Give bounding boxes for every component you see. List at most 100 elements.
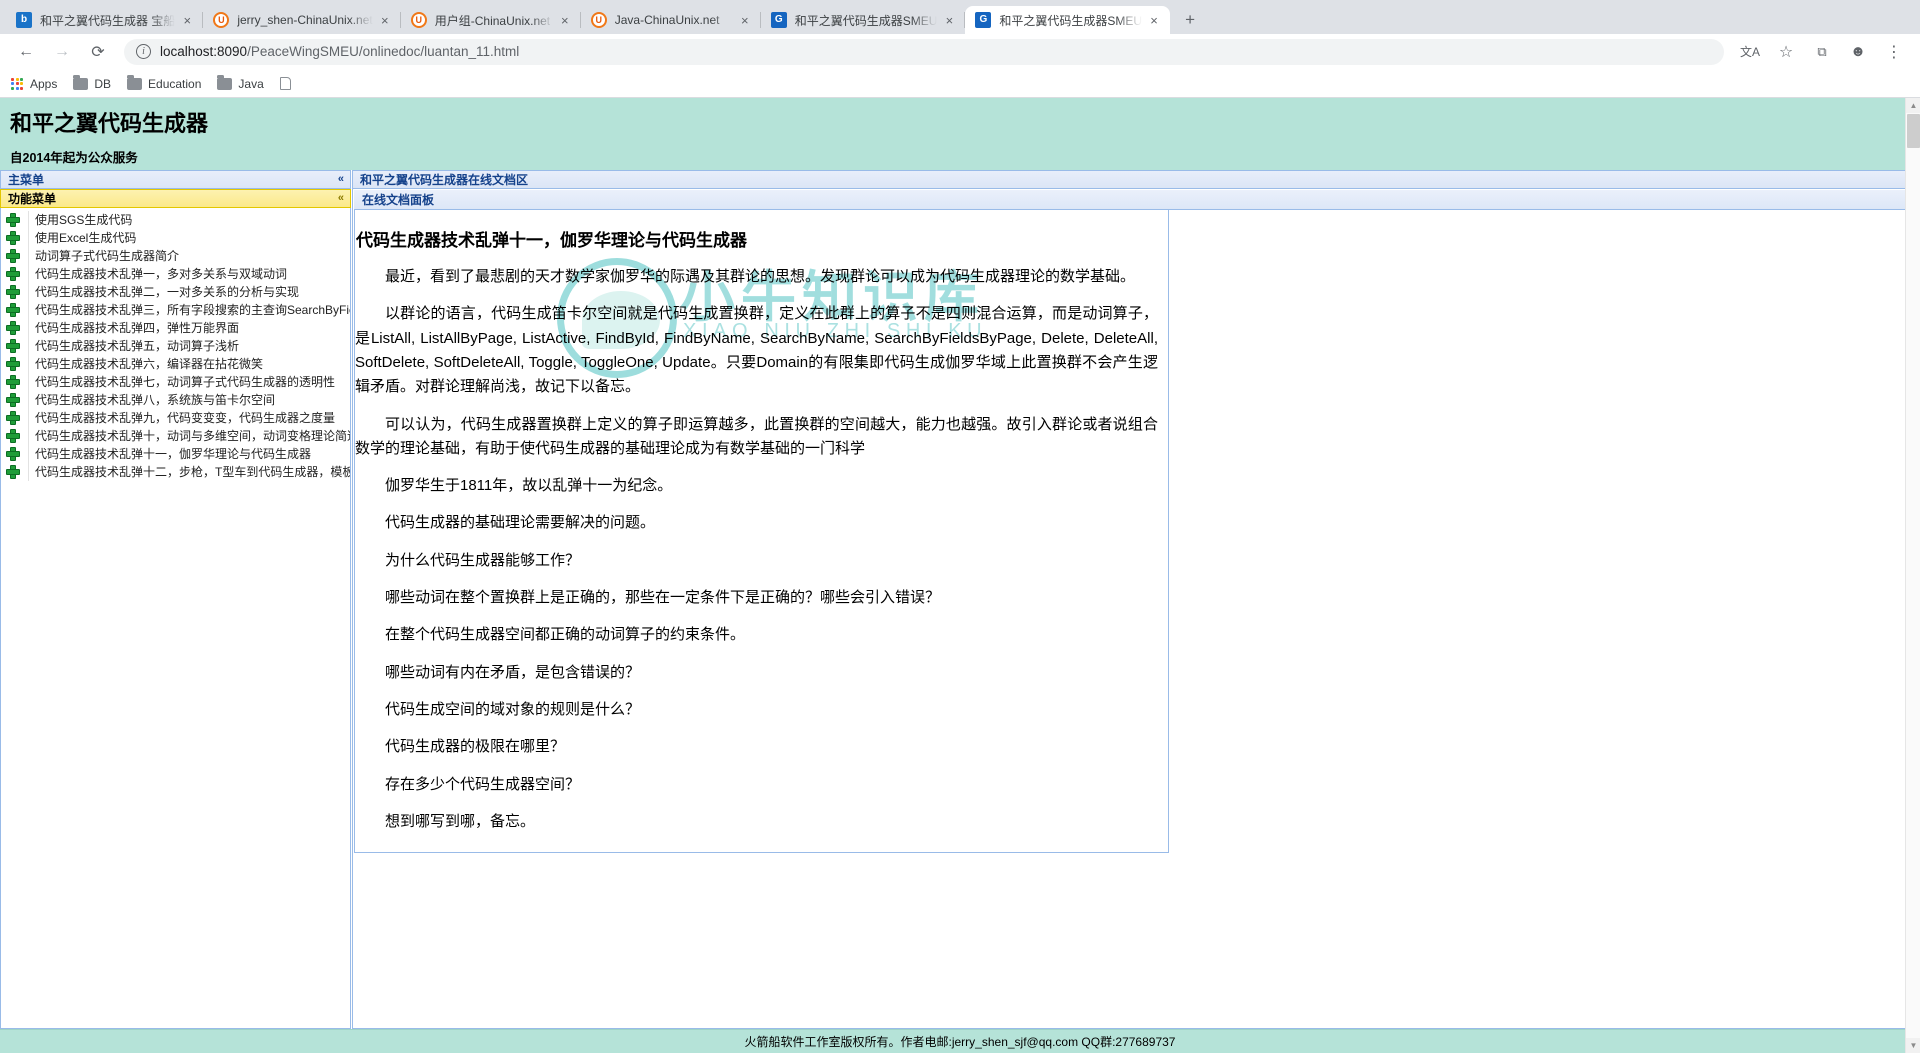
plus-badge-icon: [5, 212, 21, 228]
sidebar-item-0[interactable]: 使用SGS生成代码: [1, 210, 350, 229]
tab-title: jerry_shen-ChinaUnix.net: [237, 13, 373, 27]
bookmark-document[interactable]: [279, 77, 291, 90]
doc-panel-header: 在线文档面板: [354, 189, 1918, 210]
browser-tab-5[interactable]: G 和平之翼代码生成器SMEU ×: [759, 6, 966, 34]
close-icon[interactable]: ×: [1146, 12, 1162, 28]
doc-article-title: 代码生成器技术乱弹十一，伽罗华理论与代码生成器: [356, 230, 747, 250]
sidebar-item-14[interactable]: 代码生成器技术乱弹十二，步枪，T型车到代码生成器，模板法的工业魔术: [1, 462, 350, 481]
bookmark-education[interactable]: Education: [127, 74, 202, 91]
browser-tab-3[interactable]: U 用户组-ChinaUnix.net ×: [399, 6, 581, 34]
extensions-icon[interactable]: ⧉: [1808, 38, 1836, 66]
sidebar-item-11[interactable]: 代码生成器技术乱弹九，代码变变变，代码生成器之度量: [1, 408, 350, 427]
app-icon: G: [770, 12, 787, 28]
chevron-collapse-icon[interactable]: «: [338, 192, 344, 204]
bookmark-label: DB: [94, 76, 112, 91]
close-icon[interactable]: ×: [737, 12, 753, 28]
sidebar-item-2[interactable]: 动词算子式代码生成器简介: [1, 246, 350, 265]
sidebar-item-label: 代码生成器技术乱弹八，系统族与笛卡尔空间: [28, 390, 275, 409]
bookmark-apps[interactable]: Apps: [10, 77, 57, 91]
translate-icon[interactable]: 文A: [1736, 38, 1764, 66]
browser-tab-1[interactable]: b 和平之翼代码生成器 宝船 ×: [6, 6, 203, 34]
page-title: 和平之翼代码生成器: [10, 111, 209, 136]
page-viewport: 和平之翼代码生成器 自2014年起为公众服务 主菜单 « 功能菜单 « 使用SG…: [0, 98, 1920, 1053]
doc-paragraph-3: 伽罗华生于1811年，故以乱弹十一为纪念。: [385, 477, 673, 495]
plus-badge-icon: [5, 284, 21, 300]
bookmark-java[interactable]: Java: [217, 74, 264, 91]
doc-paragraph-9: 代码生成空间的域对象的规则是什么？: [385, 700, 641, 718]
scrollbar-thumb[interactable]: [1907, 114, 1920, 148]
doc-region-title: 和平之翼代码生成器在线文档区: [360, 172, 529, 187]
close-icon[interactable]: ×: [941, 12, 957, 28]
sidebar-item-label: 代码生成器技术乱弹五，动词算子浅析: [28, 336, 239, 355]
apps-grid-icon: [10, 77, 24, 91]
doc-panel-title: 在线文档面板: [362, 192, 435, 207]
sidebar-item-label: 代码生成器技术乱弹四，弹性万能界面: [28, 318, 239, 337]
tab-title: 用户组-ChinaUnix.net: [434, 13, 551, 28]
sidebar-item-label: 代码生成器技术乱弹一，多对多关系与双域动词: [28, 264, 287, 283]
browser-tab-2[interactable]: U jerry_shen-ChinaUnix.net ×: [202, 6, 400, 34]
bookmarks-bar: Apps DB Education Java: [0, 70, 1920, 98]
sidebar-item-13[interactable]: 代码生成器技术乱弹十一，伽罗华理论与代码生成器: [1, 444, 350, 463]
close-icon[interactable]: ×: [179, 12, 195, 28]
plus-badge-icon: [5, 446, 21, 462]
sidebar-item-6[interactable]: 代码生成器技术乱弹四，弹性万能界面: [1, 318, 350, 337]
browser-menu-icon[interactable]: ⋮: [1880, 38, 1908, 66]
site-header: 和平之翼代码生成器 自2014年起为公众服务: [0, 98, 1920, 170]
sidebar-item-5[interactable]: 代码生成器技术乱弹三，所有字段搜索的主查询SearchByFieldsByPag…: [1, 300, 350, 319]
doc-paragraph-6: 哪些动词在整个置换群上是正确的，那些在一定条件下是正确的？哪些会引入错误？: [385, 589, 941, 607]
reload-icon[interactable]: ⟳: [84, 38, 112, 66]
tab-title: 和平之翼代码生成器 宝船: [40, 13, 176, 28]
sidebar-item-8[interactable]: 代码生成器技术乱弹六，编译器在拈花微笑: [1, 354, 350, 373]
sidebar-item-label: 代码生成器技术乱弹九，代码变变变，代码生成器之度量: [28, 408, 335, 427]
sidebar-item-1[interactable]: 使用Excel生成代码: [1, 228, 350, 247]
plus-badge-icon: [5, 374, 21, 390]
sidebar-item-label: 代码生成器技术乱弹三，所有字段搜索的主查询SearchByFieldsByPag…: [28, 300, 350, 319]
scroll-up-icon[interactable]: ▲: [1906, 98, 1920, 113]
browser-tab-6-active[interactable]: G 和平之翼代码生成器SMEU ×: [964, 6, 1171, 34]
bookmark-star-icon[interactable]: ☆: [1772, 38, 1800, 66]
sidebar-section-function-menu[interactable]: 功能菜单 «: [0, 188, 351, 208]
bookmark-label: Apps: [30, 76, 58, 91]
sidebar-item-4[interactable]: 代码生成器技术乱弹二，一对多关系的分析与实现: [1, 282, 350, 301]
back-icon[interactable]: ←: [12, 38, 40, 66]
sidebar-item-9[interactable]: 代码生成器技术乱弹七，动词算子式代码生成器的透明性: [1, 372, 350, 391]
doc-content: 代码生成器技术乱弹十一，伽罗华理论与代码生成器 最近，看到了最悲剧的天才数学家伽…: [355, 228, 1158, 835]
sidebar-section-label: 主菜单: [8, 172, 45, 187]
document-icon: [279, 77, 291, 90]
sidebar-item-label: 代码生成器技术乱弹十一，伽罗华理论与代码生成器: [28, 444, 311, 463]
plus-badge-icon: [5, 392, 21, 408]
sidebar-item-3[interactable]: 代码生成器技术乱弹一，多对多关系与双域动词: [1, 264, 350, 283]
bing-icon: b: [16, 12, 32, 28]
sidebar-item-12[interactable]: 代码生成器技术乱弹十，动词与多维空间，动词变格理论简述: [1, 426, 350, 445]
browser-tab-4[interactable]: U Java-ChinaUnix.net ×: [579, 6, 761, 34]
app-icon: G: [975, 12, 992, 28]
folder-icon: [217, 74, 233, 90]
profile-avatar-icon[interactable]: ☻: [1844, 38, 1872, 66]
plus-badge-icon: [5, 248, 21, 264]
sidebar-section-main-menu[interactable]: 主菜单 «: [0, 169, 351, 189]
doc-paragraph-11: 存在多少个代码生成器空间？: [385, 775, 581, 793]
sidebar-item-7[interactable]: 代码生成器技术乱弹五，动词算子浅析: [1, 336, 350, 355]
site-info-icon[interactable]: i: [136, 44, 151, 59]
url-text: localhost:8090/PeaceWingSMEU/onlinedoc/l…: [160, 44, 519, 59]
plus-badge-icon: [5, 410, 21, 426]
footer-text: 火箭船软件工作室版权所有。作者电邮:jerry_shen_sjf@qq.com …: [744, 1035, 1176, 1049]
close-icon[interactable]: ×: [557, 12, 573, 28]
address-bar[interactable]: i localhost:8090/PeaceWingSMEU/onlinedoc…: [124, 38, 1724, 65]
bookmark-db[interactable]: DB: [73, 74, 112, 91]
tab-title: Java-ChinaUnix.net: [614, 13, 720, 27]
plus-badge-icon: [5, 356, 21, 372]
page-scrollbar[interactable]: ▲ ▼: [1905, 98, 1920, 1053]
site-footer: 火箭船软件工作室版权所有。作者电邮:jerry_shen_sjf@qq.com …: [0, 1029, 1920, 1053]
chevron-collapse-icon[interactable]: «: [338, 173, 344, 185]
scroll-down-icon[interactable]: ▼: [1906, 1038, 1920, 1053]
new-tab-button[interactable]: +: [1176, 6, 1204, 34]
bookmark-label: Education: [148, 76, 202, 91]
forward-icon[interactable]: →: [48, 38, 76, 66]
sidebar-item-10[interactable]: 代码生成器技术乱弹八，系统族与笛卡尔空间: [1, 390, 350, 409]
close-icon[interactable]: ×: [377, 12, 393, 28]
plus-badge-icon: [5, 302, 21, 318]
browser-toolbar: ← → ⟳ i localhost:8090/PeaceWingSMEU/onl…: [0, 34, 1920, 70]
sidebar-item-label: 使用SGS生成代码: [28, 210, 132, 229]
sidebar-menu-list: 使用SGS生成代码 使用Excel生成代码 动词算子式代码生成器简介 代码生成器…: [0, 207, 351, 1029]
